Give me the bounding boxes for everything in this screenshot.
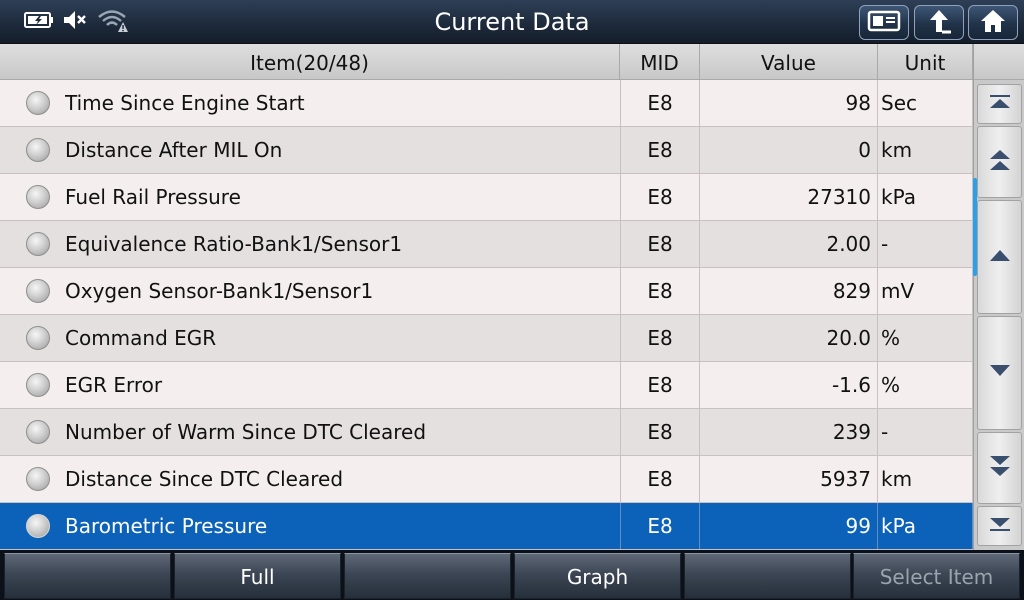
title-bar: Current Data: [0, 0, 1024, 44]
row-radio[interactable]: [26, 326, 50, 350]
row-radio[interactable]: [26, 467, 50, 491]
row-mid: E8: [620, 456, 700, 502]
column-header-value[interactable]: Value: [700, 44, 878, 80]
row-value: -1.6: [700, 362, 878, 408]
page-down-button[interactable]: [977, 432, 1022, 504]
row-item-name: Barometric Pressure: [65, 514, 268, 538]
row-item-name: Fuel Rail Pressure: [65, 185, 241, 209]
row-value: 2.00: [700, 221, 878, 267]
row-value: 27310: [700, 174, 878, 220]
page-up-icon: [987, 147, 1013, 177]
scroll-panel: [973, 44, 1024, 550]
table-header: Item(20/48) MID Value Unit: [0, 44, 973, 80]
table-row[interactable]: Equivalence Ratio-Bank1/Sensor1 E8 2.00 …: [0, 221, 973, 268]
row-item-name: Oxygen Sensor-Bank1/Sensor1: [65, 279, 374, 303]
scroll-bottom-icon: [987, 515, 1013, 537]
row-radio[interactable]: [26, 420, 50, 444]
row-mid: E8: [620, 80, 700, 126]
row-unit: km: [878, 127, 973, 173]
row-value: 829: [700, 268, 878, 314]
scroll-top-icon: [987, 93, 1013, 115]
row-unit: %: [878, 362, 973, 408]
table-row[interactable]: Distance Since DTC Cleared E8 5937 km: [0, 456, 973, 503]
toolbar-button-empty-3[interactable]: [684, 553, 851, 599]
row-unit: kPa: [878, 503, 973, 549]
row-unit: mV: [878, 268, 973, 314]
column-header-unit[interactable]: Unit: [878, 44, 973, 80]
row-radio[interactable]: [26, 232, 50, 256]
screenshot-icon: [867, 9, 901, 37]
table-row[interactable]: Command EGR E8 20.0 %: [0, 315, 973, 362]
row-value: 239: [700, 409, 878, 455]
row-item-name: Equivalence Ratio-Bank1/Sensor1: [65, 232, 403, 256]
row-mid: E8: [620, 362, 700, 408]
line-down-icon: [987, 363, 1013, 383]
current-data-table: Item(20/48) MID Value Unit Time Since En…: [0, 44, 973, 550]
back-button[interactable]: [914, 5, 964, 40]
home-button[interactable]: [968, 5, 1018, 40]
row-radio[interactable]: [26, 373, 50, 397]
row-unit: km: [878, 456, 973, 502]
table-row[interactable]: EGR Error E8 -1.6 %: [0, 362, 973, 409]
row-mid: E8: [620, 268, 700, 314]
row-radio[interactable]: [26, 91, 50, 115]
full-button[interactable]: Full: [174, 553, 341, 599]
column-header-mid[interactable]: MID: [620, 44, 700, 80]
scroll-panel-header: [974, 44, 1024, 80]
row-item-name: Distance Since DTC Cleared: [65, 467, 344, 491]
table-row[interactable]: Fuel Rail Pressure E8 27310 kPa: [0, 174, 973, 221]
column-header-item[interactable]: Item(20/48): [0, 44, 620, 80]
bottom-toolbar: Full Graph Select Item: [0, 550, 1024, 600]
scroll-bottom-button[interactable]: [977, 506, 1022, 546]
row-mid: E8: [620, 221, 700, 267]
line-up-button[interactable]: [977, 200, 1022, 314]
scroll-position-indicator: [973, 178, 977, 276]
row-value: 98: [700, 80, 878, 126]
table-row[interactable]: Time Since Engine Start E8 98 Sec: [0, 80, 973, 127]
back-arrow-icon: [925, 8, 953, 38]
screenshot-button[interactable]: [859, 5, 909, 40]
row-unit: -: [878, 221, 973, 267]
row-unit: Sec: [878, 80, 973, 126]
row-item-name: Distance After MIL On: [65, 138, 283, 162]
row-unit: kPa: [878, 174, 973, 220]
toolbar-button-empty-2[interactable]: [344, 553, 511, 599]
scroll-top-button[interactable]: [977, 84, 1022, 124]
table-row[interactable]: Distance After MIL On E8 0 km: [0, 127, 973, 174]
row-value: 5937: [700, 456, 878, 502]
row-unit: %: [878, 315, 973, 361]
row-item-name: Number of Warm Since DTC Cleared: [65, 420, 427, 444]
page-down-icon: [987, 453, 1013, 483]
row-value: 0: [700, 127, 878, 173]
line-down-button[interactable]: [977, 316, 1022, 430]
graph-button[interactable]: Graph: [514, 553, 681, 599]
line-up-icon: [987, 247, 1013, 267]
row-value: 99: [700, 503, 878, 549]
page-up-button[interactable]: [977, 126, 1022, 198]
row-radio[interactable]: [26, 514, 50, 538]
row-radio[interactable]: [26, 185, 50, 209]
table-row[interactable]: Oxygen Sensor-Bank1/Sensor1 E8 829 mV: [0, 268, 973, 315]
row-mid: E8: [620, 503, 700, 549]
home-icon: [979, 8, 1007, 38]
toolbar-button-empty-1[interactable]: [4, 553, 171, 599]
row-unit: -: [878, 409, 973, 455]
row-mid: E8: [620, 409, 700, 455]
table-row[interactable]: Number of Warm Since DTC Cleared E8 239 …: [0, 409, 973, 456]
row-item-name: Command EGR: [65, 326, 217, 350]
row-radio[interactable]: [26, 279, 50, 303]
row-item-name: Time Since Engine Start: [65, 91, 305, 115]
row-value: 20.0: [700, 315, 878, 361]
row-radio[interactable]: [26, 138, 50, 162]
select-item-button[interactable]: Select Item: [853, 553, 1020, 599]
row-item-name: EGR Error: [65, 373, 163, 397]
row-mid: E8: [620, 174, 700, 220]
row-mid: E8: [620, 315, 700, 361]
row-mid: E8: [620, 127, 700, 173]
table-row-selected[interactable]: Barometric Pressure E8 99 kPa: [0, 503, 973, 550]
